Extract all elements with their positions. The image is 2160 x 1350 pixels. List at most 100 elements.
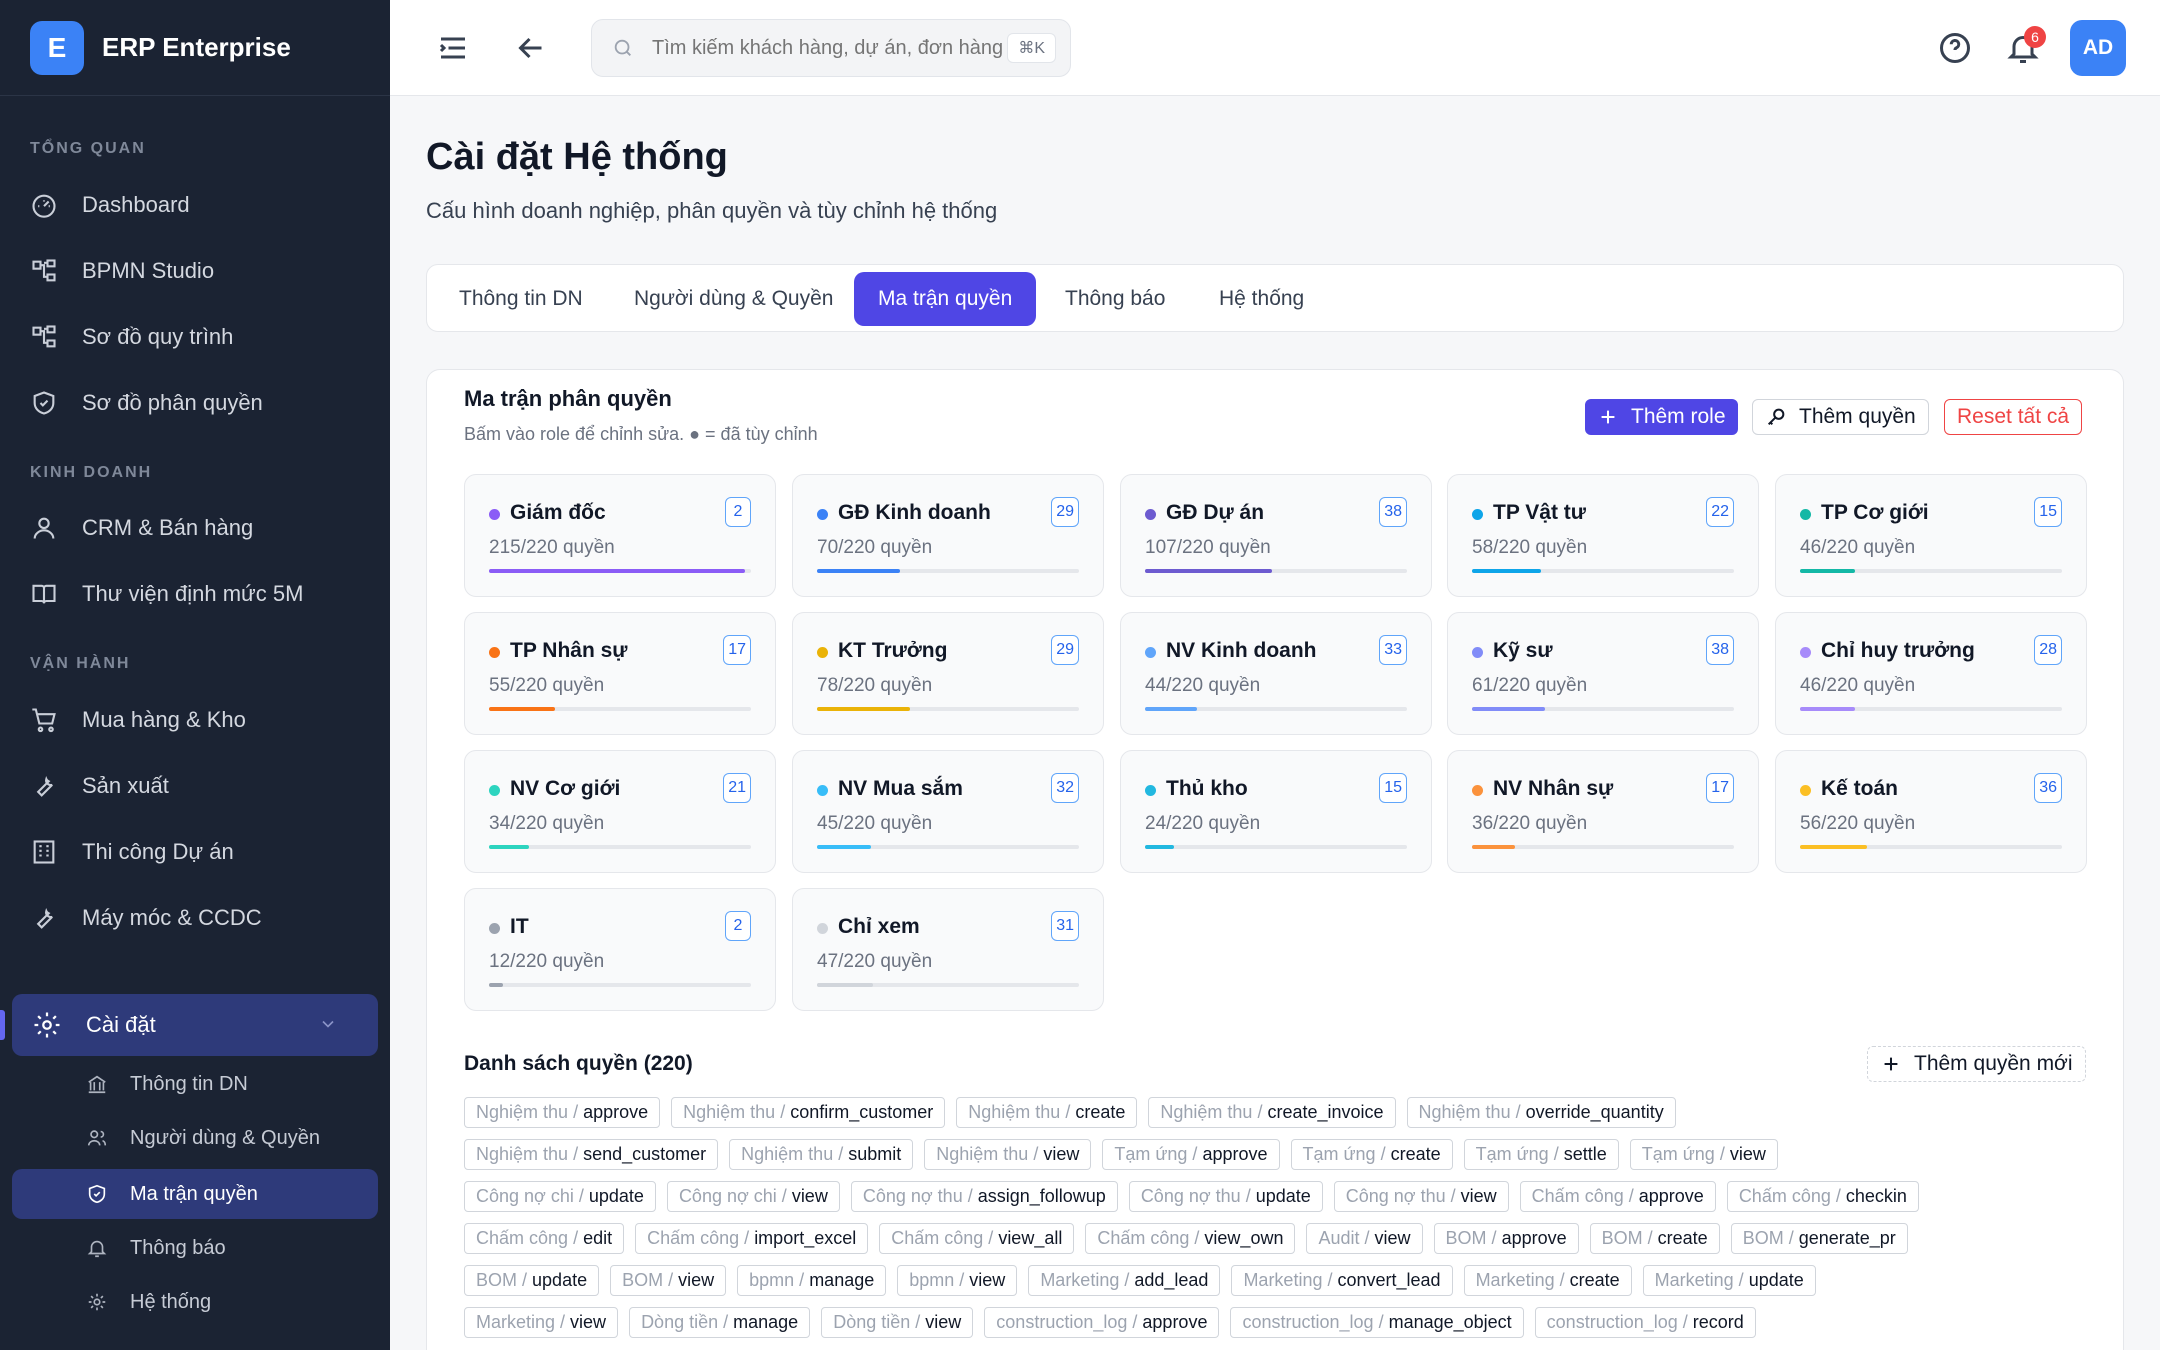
subnav-system[interactable]: Hệ thống: [86, 1284, 211, 1320]
permission-chip[interactable]: BOM / view: [610, 1265, 727, 1296]
tab-permission-matrix[interactable]: Ma trận quyền: [854, 272, 1037, 326]
permission-chip[interactable]: BOM / update: [464, 1265, 600, 1296]
role-card[interactable]: Giám đốc 2 215/220 quyền: [464, 474, 776, 597]
subnav-company-info[interactable]: Thông tin DN: [86, 1066, 248, 1102]
permission-chip[interactable]: Nghiệm thu / send_customer: [464, 1139, 719, 1170]
role-card[interactable]: Chỉ xem 31 47/220 quyền: [792, 888, 1104, 1011]
tab-company-info[interactable]: Thông tin DN: [435, 272, 607, 326]
permission-chip[interactable]: Công nợ chi / update: [464, 1181, 656, 1212]
role-card[interactable]: TP Nhân sự 17 55/220 quyền: [464, 612, 776, 735]
global-search[interactable]: ⌘K: [591, 19, 1071, 77]
add-permission-button[interactable]: Thêm quyền: [1752, 399, 1929, 435]
role-progress-track: [817, 569, 1079, 573]
nav-machinery[interactable]: Máy móc & CCDC: [30, 898, 262, 938]
nav-dashboard[interactable]: Dashboard: [30, 185, 190, 225]
permission-chip[interactable]: Marketing / convert_lead: [1231, 1265, 1453, 1296]
permission-chip[interactable]: Tạm ứng / settle: [1463, 1139, 1619, 1170]
permission-chip[interactable]: Dòng tiền / view: [821, 1307, 974, 1338]
nav-permission-diagram[interactable]: Sơ đồ phân quyền: [30, 383, 263, 423]
permission-chip[interactable]: Marketing / create: [1463, 1265, 1632, 1296]
tab-system[interactable]: Hệ thống: [1195, 272, 1328, 326]
permission-module: bpmn: [909, 1270, 955, 1290]
permission-chip[interactable]: Nghiệm thu / create_invoice: [1148, 1097, 1396, 1128]
permission-chip[interactable]: Nghiệm thu / view: [924, 1139, 1092, 1170]
add-role-button[interactable]: Thêm role: [1585, 399, 1738, 435]
nav-label: Mua hàng & Kho: [82, 707, 246, 732]
role-card[interactable]: Kế toán 36 56/220 quyền: [1775, 750, 2087, 873]
permission-chip[interactable]: Nghiệm thu / override_quantity: [1406, 1097, 1676, 1128]
menu-collapse-icon[interactable]: [435, 30, 471, 66]
avatar[interactable]: AD: [2070, 20, 2126, 76]
permission-chip[interactable]: Công nợ thu / assign_followup: [850, 1181, 1118, 1212]
back-arrow-icon[interactable]: [513, 30, 549, 66]
permission-chip[interactable]: Công nợ thu / update: [1128, 1181, 1323, 1212]
role-card[interactable]: NV Cơ giới 21 34/220 quyền: [464, 750, 776, 873]
permission-chip[interactable]: Tạm ứng / view: [1629, 1139, 1778, 1170]
permission-chip[interactable]: BOM / approve: [1433, 1223, 1579, 1254]
permission-chip[interactable]: bpmn / manage: [737, 1265, 887, 1296]
role-card[interactable]: Chỉ huy trưởng 28 46/220 quyền: [1775, 612, 2087, 735]
nav-construction[interactable]: Thi công Dự án: [30, 832, 234, 872]
permission-chip[interactable]: Marketing / add_lead: [1028, 1265, 1221, 1296]
nav-bpmn-studio[interactable]: BPMN Studio: [30, 251, 214, 291]
permission-chip[interactable]: Chấm công / edit: [464, 1223, 625, 1254]
permission-chip[interactable]: Công nợ thu / view: [1333, 1181, 1509, 1212]
role-card[interactable]: IT 2 12/220 quyền: [464, 888, 776, 1011]
role-card[interactable]: Kỹ sư 38 61/220 quyền: [1447, 612, 1759, 735]
role-card[interactable]: TP Cơ giới 15 46/220 quyền: [1775, 474, 2087, 597]
role-card[interactable]: GĐ Kinh doanh 29 70/220 quyền: [792, 474, 1104, 597]
permission-chip[interactable]: Nghiệm thu / approve: [464, 1097, 661, 1128]
permission-chip[interactable]: Nghiệm thu / submit: [729, 1139, 914, 1170]
permission-chip[interactable]: Dòng tiền / manage: [629, 1307, 811, 1338]
permission-chip[interactable]: Nghiệm thu / confirm_customer: [671, 1097, 946, 1128]
permission-chip[interactable]: construction_log / record: [1534, 1307, 1756, 1338]
section-label-overview: TỔNG QUAN: [30, 140, 146, 157]
role-color-dot: [817, 647, 828, 658]
nav-settings[interactable]: Cài đặt: [12, 994, 378, 1056]
nav-process-diagram[interactable]: Sơ đồ quy trình: [30, 317, 233, 357]
role-progress-fill: [1145, 707, 1198, 711]
matrix-title: Ma trận phân quyền: [464, 386, 672, 411]
permission-chip[interactable]: BOM / generate_pr: [1730, 1223, 1908, 1254]
nav-production[interactable]: Sản xuất: [30, 766, 169, 806]
permission-chip[interactable]: Nghiệm thu / create: [956, 1097, 1138, 1128]
permission-chip[interactable]: Chấm công / view_own: [1085, 1223, 1296, 1254]
role-card[interactable]: NV Nhân sự 17 36/220 quyền: [1447, 750, 1759, 873]
permission-chip[interactable]: Tạm ứng / approve: [1102, 1139, 1280, 1170]
role-card[interactable]: NV Kinh doanh 33 44/220 quyền: [1120, 612, 1432, 735]
search-input[interactable]: [652, 36, 1002, 60]
role-permission-count: 46/220 quyền: [1800, 675, 1916, 696]
permission-chip[interactable]: Chấm công / approve: [1519, 1181, 1716, 1212]
tab-notifications[interactable]: Thông báo: [1041, 272, 1189, 326]
role-card[interactable]: KT Trưởng 29 78/220 quyền: [792, 612, 1104, 735]
role-name: GĐ Dự án: [1166, 501, 1265, 524]
permission-chip[interactable]: Audit / view: [1306, 1223, 1423, 1254]
nav-purchasing[interactable]: Mua hàng & Kho: [30, 700, 246, 740]
permission-chip[interactable]: BOM / create: [1589, 1223, 1720, 1254]
role-card[interactable]: GĐ Dự án 38 107/220 quyền: [1120, 474, 1432, 597]
role-card[interactable]: Thủ kho 15 24/220 quyền: [1120, 750, 1432, 873]
permission-chip[interactable]: bpmn / view: [897, 1265, 1018, 1296]
brand[interactable]: E ERP Enterprise: [0, 0, 390, 96]
subnav-notifications[interactable]: Thông báo: [86, 1230, 226, 1266]
subnav-users-permissions[interactable]: Người dùng & Quyền: [86, 1120, 320, 1156]
tab-users-permissions[interactable]: Người dùng & Quyền: [610, 272, 857, 326]
role-card[interactable]: NV Mua sắm 32 45/220 quyền: [792, 750, 1104, 873]
permission-chip[interactable]: Chấm công / import_excel: [635, 1223, 869, 1254]
permission-chip[interactable]: Marketing / update: [1642, 1265, 1816, 1296]
permission-chip[interactable]: construction_log / manage_object: [1230, 1307, 1524, 1338]
permission-chip[interactable]: Chấm công / view_all: [879, 1223, 1075, 1254]
role-user-count: 28: [2034, 635, 2062, 665]
permission-chip[interactable]: Marketing / view: [464, 1307, 619, 1338]
permission-chip[interactable]: Chấm công / checkin: [1726, 1181, 1919, 1212]
add-new-permission-button[interactable]: Thêm quyền mới: [1867, 1046, 2086, 1082]
nav-crm[interactable]: CRM & Bán hàng: [30, 508, 253, 548]
role-card[interactable]: TP Vật tư 22 58/220 quyền: [1447, 474, 1759, 597]
permission-chip[interactable]: Tạm ứng / create: [1290, 1139, 1453, 1170]
reset-all-button[interactable]: Reset tất cả: [1944, 399, 2083, 435]
permission-chip[interactable]: construction_log / approve: [984, 1307, 1220, 1338]
permission-chip[interactable]: Công nợ chi / view: [666, 1181, 840, 1212]
subnav-permission-matrix[interactable]: Ma trận quyền: [12, 1169, 378, 1219]
help-icon[interactable]: [1937, 30, 1973, 66]
nav-library[interactable]: Thư viện định mức 5M: [30, 574, 303, 614]
